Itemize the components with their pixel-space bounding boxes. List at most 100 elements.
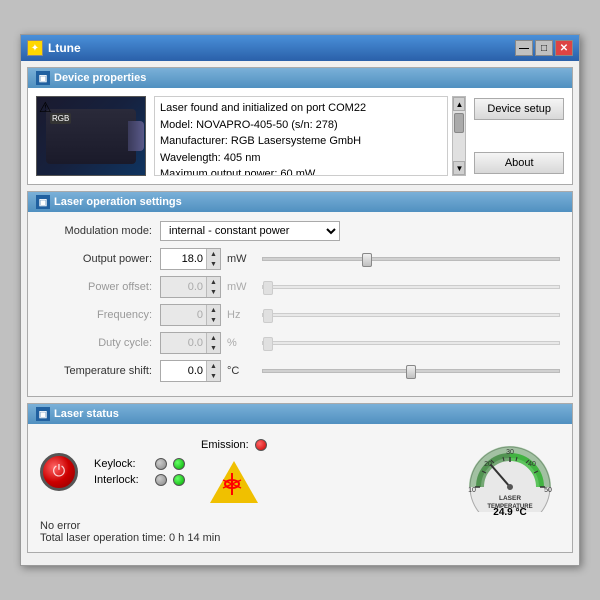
close-button[interactable]: ✕ <box>555 40 573 56</box>
power-offset-control: 0.0 ▲ ▼ mW <box>160 276 560 298</box>
temp-shift-label: Temperature shift: <box>40 365 160 377</box>
modulation-mode-row: Modulation mode: internal - constant pow… <box>40 220 560 242</box>
emission-led <box>255 439 267 451</box>
output-power-thumb[interactable] <box>362 253 372 267</box>
gauge-svg: 10 20 30 40 50 LASER TEMPERATURE <box>460 432 560 512</box>
settings-body: Modulation mode: internal - constant pow… <box>28 212 572 396</box>
laser-status-panel: ▣ Laser status ⏻ Keylock: <box>27 403 573 553</box>
interlock-led-2 <box>173 474 185 486</box>
status-bottom: No error Total laser operation time: 0 h… <box>40 520 560 544</box>
titlebar-buttons: — □ ✕ <box>515 40 573 56</box>
duty-cycle-label: Duty cycle: <box>40 337 160 349</box>
interlock-row: Interlock: <box>94 474 185 486</box>
emission-row: Emission: <box>201 439 267 451</box>
power-offset-thumb <box>263 281 273 295</box>
temp-shift-down[interactable]: ▼ <box>207 371 220 381</box>
about-button[interactable]: About <box>474 152 564 174</box>
duty-cycle-down: ▼ <box>207 343 220 353</box>
output-power-arrows[interactable]: ▲ ▼ <box>206 249 220 269</box>
laser-status-icon: ▣ <box>36 407 50 421</box>
titlebar-left: ✦ Ltune <box>27 40 81 56</box>
minimize-button[interactable]: — <box>515 40 533 56</box>
temp-shift-thumb[interactable] <box>406 365 416 379</box>
temp-shift-arrows[interactable]: ▲ ▼ <box>206 361 220 381</box>
operation-time-text: Total laser operation time: 0 h 14 min <box>40 532 560 544</box>
duty-cycle-spinner: 0.0 ▲ ▼ <box>160 332 221 354</box>
power-offset-spinner[interactable]: 0.0 ▲ ▼ <box>160 276 221 298</box>
device-info-line-2: Model: NOVAPRO-405-50 (s/n: 278) <box>160 117 442 134</box>
scroll-thumb[interactable] <box>454 113 464 133</box>
temp-shift-up[interactable]: ▲ <box>207 361 220 371</box>
frequency-label: Frequency: <box>40 309 160 321</box>
laser-settings-panel: ▣ Laser operation settings Modulation mo… <box>27 191 573 397</box>
interlock-label: Interlock: <box>94 474 149 486</box>
power-offset-label: Power offset: <box>40 281 160 293</box>
duty-cycle-input: 0.0 <box>161 333 206 353</box>
device-info-line-1: Laser found and initialized on port COM2… <box>160 100 442 117</box>
device-properties-title: Device properties <box>54 72 146 84</box>
laser-settings-title: Laser operation settings <box>54 196 182 208</box>
frequency-row: Frequency: 0 ▲ ▼ Hz <box>40 304 560 326</box>
duty-cycle-control: 0.0 ▲ ▼ % <box>160 332 560 354</box>
emission-area: Emission: <box>201 439 267 505</box>
keylock-led-2 <box>173 458 185 470</box>
device-properties-icon: ▣ <box>36 71 50 85</box>
output-power-down[interactable]: ▼ <box>207 259 220 269</box>
power-button[interactable]: ⏻ <box>40 453 78 491</box>
laser-warning-symbol <box>209 461 259 505</box>
scroll-up-arrow[interactable]: ▲ <box>453 97 465 111</box>
temp-shift-input[interactable]: 0.0 <box>161 361 206 381</box>
device-info-area: RGB ⚠ Laser found and initialized on por… <box>28 88 572 184</box>
modulation-mode-select[interactable]: internal - constant power external - ana… <box>160 221 340 241</box>
laser-image: RGB ⚠ <box>36 96 146 176</box>
output-power-input[interactable]: 18.0 <box>161 249 206 269</box>
keylock-led-1 <box>155 458 167 470</box>
device-buttons: Device setup About <box>474 96 564 176</box>
duty-cycle-arrows: ▲ ▼ <box>206 333 220 353</box>
svg-text:10: 10 <box>468 487 476 494</box>
output-power-spinner[interactable]: 18.0 ▲ ▼ <box>160 248 221 270</box>
temp-shift-spinner[interactable]: 0.0 ▲ ▼ <box>160 360 221 382</box>
power-offset-arrows: ▲ ▼ <box>206 277 220 297</box>
device-info-text: Laser found and initialized on port COM2… <box>154 96 448 176</box>
power-offset-down: ▼ <box>207 287 220 297</box>
keylock-label: Keylock: <box>94 458 149 470</box>
device-info-row: Laser found and initialized on port COM2… <box>154 96 466 176</box>
main-content: ▣ Device properties RGB ⚠ Laser found an… <box>21 61 579 565</box>
scroll-down-arrow[interactable]: ▼ <box>453 161 465 175</box>
output-power-slider[interactable] <box>262 257 560 261</box>
laser-body: RGB <box>46 109 136 164</box>
modulation-mode-label: Modulation mode: <box>40 225 160 237</box>
svg-text:50: 50 <box>544 487 552 494</box>
frequency-down: ▼ <box>207 315 220 325</box>
device-setup-button[interactable]: Device setup <box>474 98 564 120</box>
device-properties-header: ▣ Device properties <box>28 68 572 88</box>
status-main-row: ⏻ Keylock: Interlock: <box>40 432 560 512</box>
laser-settings-icon: ▣ <box>36 195 50 209</box>
laser-lens <box>128 121 144 151</box>
maximize-button[interactable]: □ <box>535 40 553 56</box>
temperature-gauge: 10 20 30 40 50 LASER TEMPERATURE <box>460 432 560 512</box>
locks-area: Keylock: Interlock: <box>94 458 185 486</box>
frequency-control: 0 ▲ ▼ Hz <box>160 304 560 326</box>
duty-cycle-up: ▲ <box>207 333 220 343</box>
device-info-line-4: Wavelength: 405 nm <box>160 150 442 167</box>
temp-shift-slider[interactable] <box>262 369 560 373</box>
titlebar: ✦ Ltune — □ ✕ <box>21 35 579 61</box>
output-power-up[interactable]: ▲ <box>207 249 220 259</box>
frequency-input: 0 <box>161 305 206 325</box>
laser-settings-header: ▣ Laser operation settings <box>28 192 572 212</box>
power-offset-row: Power offset: 0.0 ▲ ▼ mW <box>40 276 560 298</box>
device-info-scrollbar[interactable]: ▲ ▼ <box>452 96 466 176</box>
duty-cycle-thumb <box>263 337 273 351</box>
temp-shift-control: 0.0 ▲ ▼ °C <box>160 360 560 382</box>
svg-text:30: 30 <box>506 449 514 456</box>
power-offset-input[interactable]: 0.0 <box>161 277 206 297</box>
status-body: ⏻ Keylock: Interlock: <box>28 424 572 552</box>
no-error-text: No error <box>40 520 560 532</box>
device-info-line-3: Manufacturer: RGB Lasersysteme GmbH <box>160 133 442 150</box>
output-power-row: Output power: 18.0 ▲ ▼ mW <box>40 248 560 270</box>
power-offset-unit: mW <box>227 281 252 293</box>
keylock-row: Keylock: <box>94 458 185 470</box>
duty-cycle-unit: % <box>227 337 252 349</box>
